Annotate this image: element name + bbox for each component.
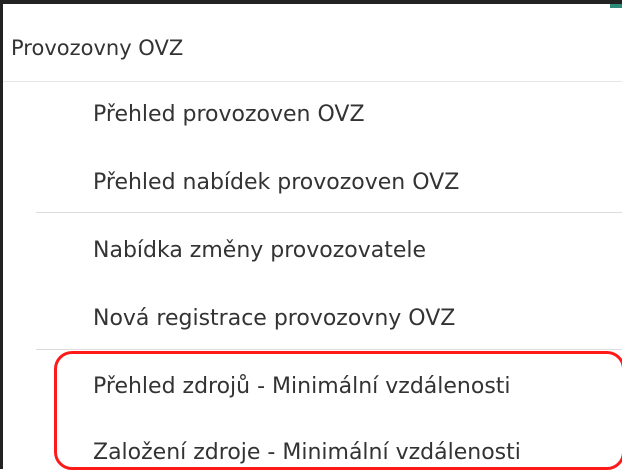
header-divider <box>3 81 622 82</box>
highlight-box <box>54 351 622 470</box>
menu-divider <box>36 212 622 213</box>
menu-item-prehled-nabidek[interactable]: Přehled nabídek provozoven OVZ <box>93 168 459 198</box>
menu-divider <box>36 349 622 350</box>
menu-item-nabidka-zmeny[interactable]: Nabídka změny provozovatele <box>93 236 426 266</box>
menu-item-prehled-provozoven[interactable]: Přehled provozoven OVZ <box>93 100 365 130</box>
menu-header[interactable]: Provozovny OVZ <box>11 34 183 62</box>
accent-bar <box>610 4 622 8</box>
menu-item-nova-registrace[interactable]: Nová registrace provozovny OVZ <box>93 304 455 334</box>
